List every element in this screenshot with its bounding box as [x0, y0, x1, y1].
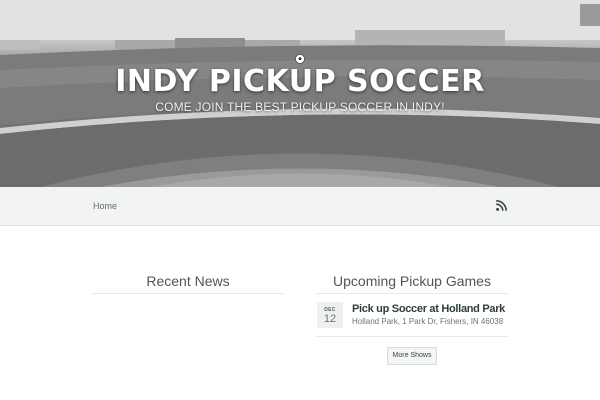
divider [316, 336, 508, 337]
nav-item-home[interactable]: Home [93, 201, 117, 211]
site-title[interactable]: INDY PICKUP SOCCER [0, 64, 600, 99]
event-day: 12 [323, 313, 337, 325]
event-name-link[interactable]: Pick up Soccer at Holland Park [352, 303, 505, 315]
divider [92, 293, 284, 294]
event-address: Holland Park, 1 Park Dr, Fishers, IN 460… [352, 317, 504, 326]
recent-news-heading: Recent News [146, 273, 230, 289]
divider [316, 293, 508, 294]
main-navigation: Home [0, 187, 600, 226]
more-shows-button[interactable]: More Shows [387, 347, 437, 365]
hero-banner: INDY PICKUP SOCCER COME JOIN THE BEST PI… [0, 0, 600, 187]
soccer-ball-icon [295, 54, 305, 64]
upcoming-games-heading: Upcoming Pickup Games [333, 273, 491, 289]
event-date-badge: DEC 12 [317, 302, 343, 328]
site-tagline: COME JOIN THE BEST PICKUP SOCCER IN INDY… [155, 100, 445, 114]
rss-icon[interactable] [496, 200, 507, 211]
event-item: DEC 12 Pick up Soccer at Holland Park Ho… [316, 300, 508, 330]
